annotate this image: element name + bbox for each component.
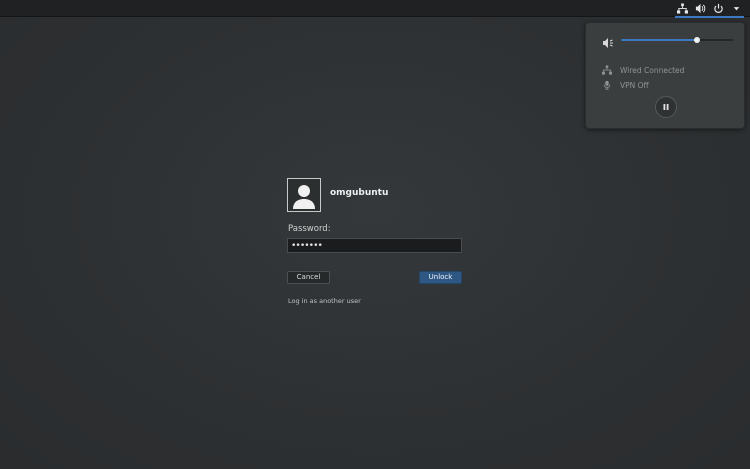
caret-down-icon[interactable] [731, 3, 742, 14]
username-label: omgubuntu [330, 188, 389, 198]
top-bar [0, 0, 750, 18]
volume-icon[interactable] [695, 3, 706, 14]
volume-muted-icon[interactable] [602, 34, 614, 48]
pause-icon [663, 104, 669, 110]
system-tray[interactable] [675, 0, 744, 18]
password-label: Password: [288, 224, 331, 234]
pause-button[interactable] [655, 96, 677, 118]
log-in-as-another-user-link[interactable]: Log in as another user [288, 297, 361, 305]
menu-item-vpn[interactable]: VPN Off [602, 79, 649, 91]
network-icon[interactable] [677, 2, 688, 14]
menu-item-vpn-label: VPN Off [620, 80, 649, 90]
volume-slider-knob[interactable] [694, 37, 701, 43]
avatar [287, 178, 321, 212]
system-menu: Wired Connected VPN Off [585, 22, 745, 129]
cancel-button[interactable]: Cancel [287, 271, 330, 284]
unlock-button[interactable]: Unlock [419, 271, 462, 284]
volume-slider[interactable] [621, 37, 733, 43]
password-field[interactable] [287, 238, 462, 253]
menu-item-wired-label: Wired Connected [620, 65, 685, 75]
power-icon[interactable] [713, 3, 724, 14]
user-avatar-icon [293, 185, 315, 209]
microphone-icon [603, 80, 611, 90]
volume-slider-fill [621, 39, 698, 41]
volume-row [602, 34, 733, 48]
network-icon [602, 65, 612, 75]
menu-item-wired[interactable]: Wired Connected [602, 64, 684, 76]
